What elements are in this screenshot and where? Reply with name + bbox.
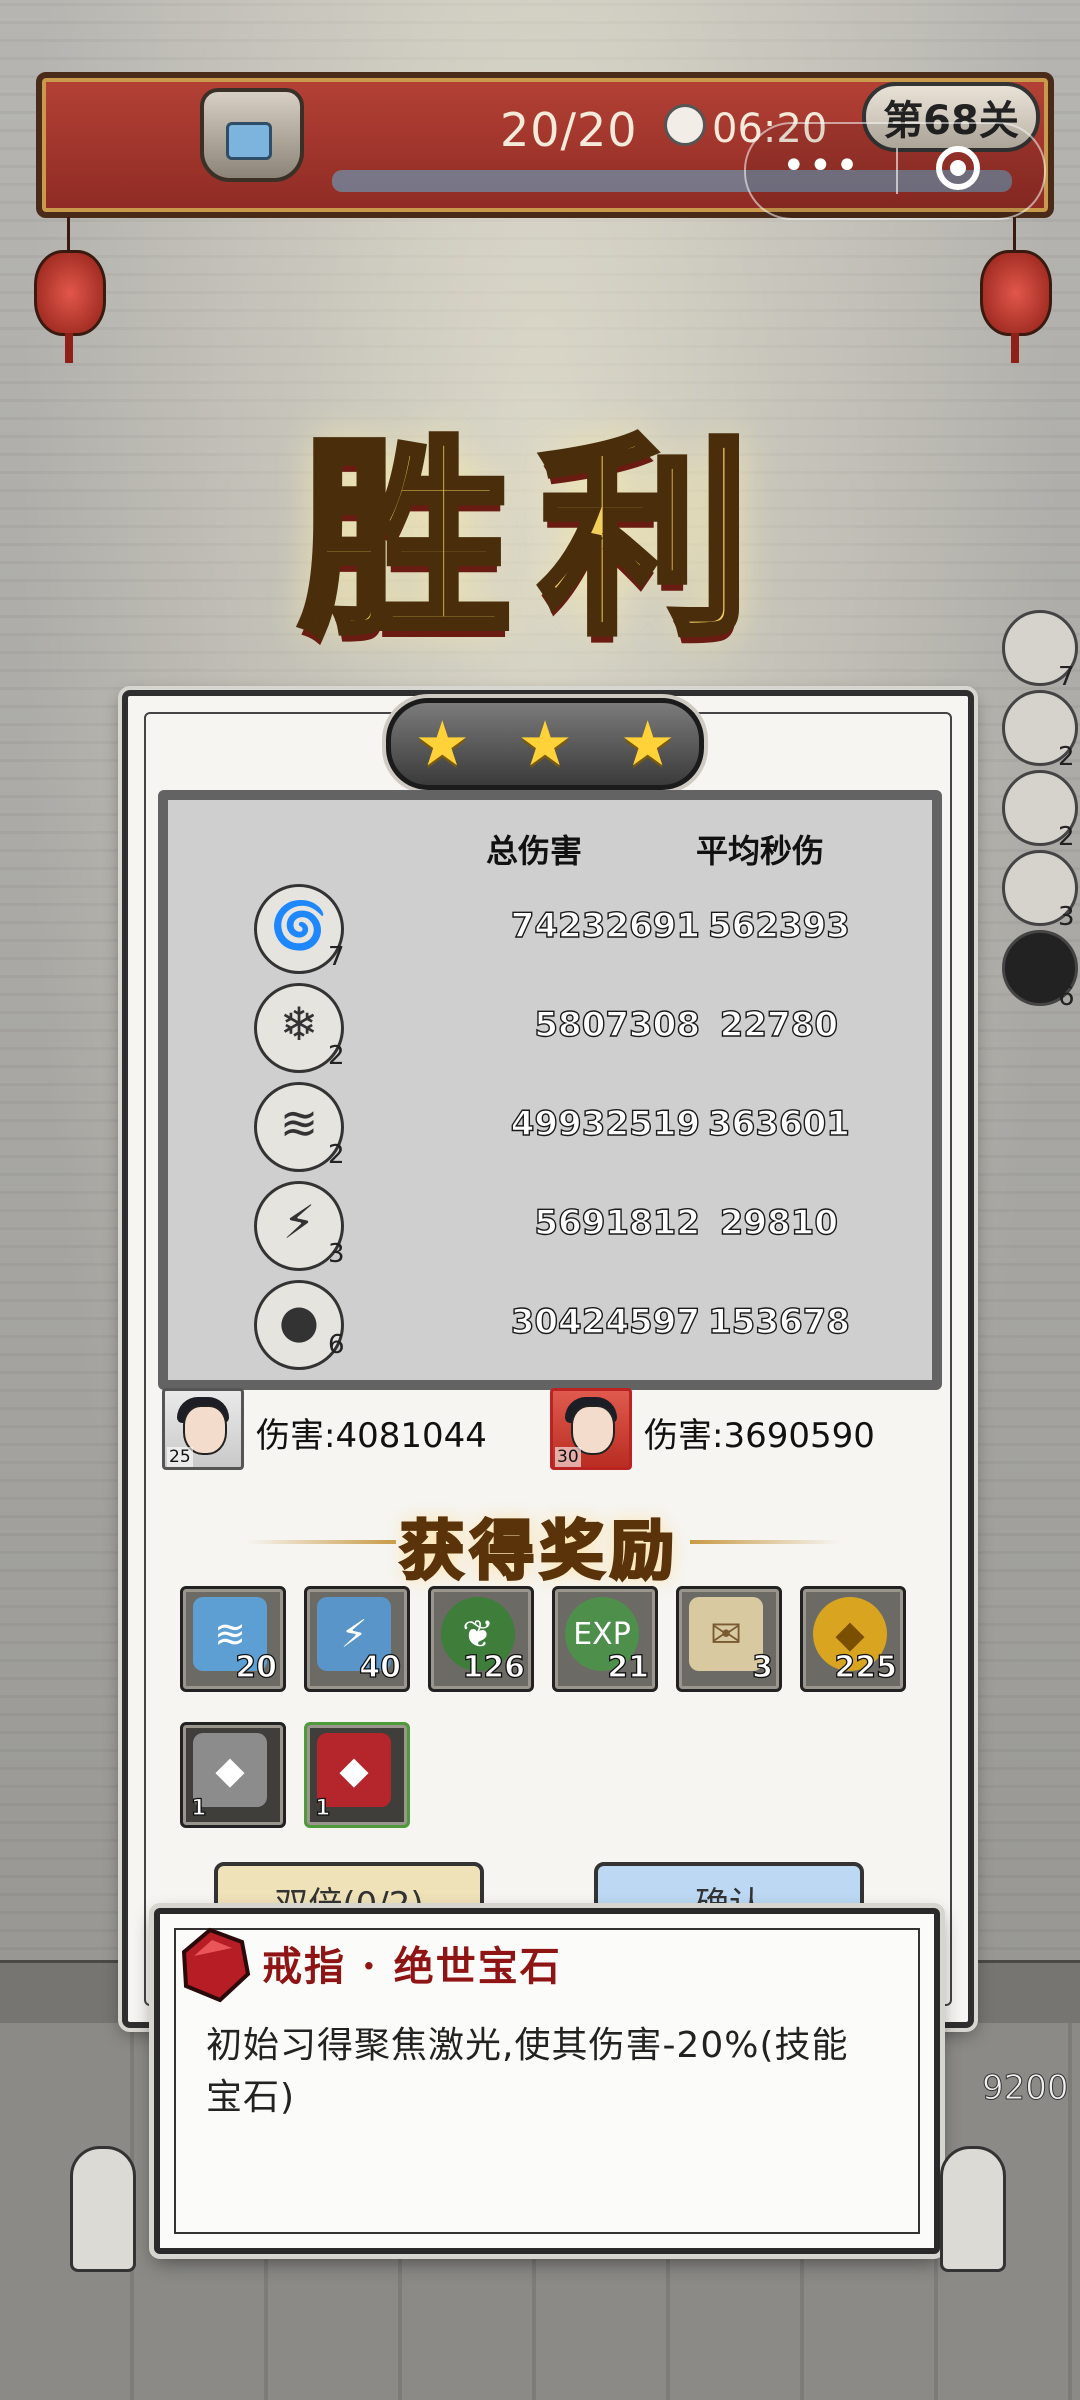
hero-damage-1: 25 伤害:4081044 [162, 1388, 492, 1470]
side-skill-level: 2 [1058, 742, 1075, 772]
hero-damage-text: 伤害:3690590 [644, 1416, 875, 1456]
reward-count: 20 [235, 1649, 278, 1685]
hero-damage-2: 30 伤害:3690590 [550, 1388, 900, 1470]
total-damage: 5807308 [534, 1004, 701, 1045]
reward-count: 3 [751, 1649, 773, 1685]
header-avg-dps: 平均秒伤 [696, 832, 825, 870]
hero-level: 25 [167, 1447, 193, 1467]
table-row: ⚡ 3 5691812 29810 [168, 1179, 932, 1279]
star-icon: ★ [517, 707, 573, 780]
side-skill-level: 6 [1058, 982, 1075, 1012]
lantern-right-icon [980, 217, 1052, 363]
star-icon: ★ [414, 707, 471, 780]
damage-stats-table: 总伤害 平均秒伤 🌀 7 74232691 562393 ❄ 2 5807308… [158, 790, 942, 1390]
reward-item[interactable]: ✉ 3 [676, 1586, 782, 1692]
reward-count: 1 [314, 1795, 331, 1821]
skill-level: 6 [328, 1330, 345, 1360]
reward-item[interactable]: ◆ 225 [800, 1586, 906, 1692]
table-row: 🌀 7 74232691 562393 [168, 882, 932, 982]
reward-item[interactable]: ❦ 126 [428, 1586, 534, 1692]
reward-item[interactable]: ≋ 20 [180, 1586, 286, 1692]
reward-count: 40 [359, 1649, 402, 1685]
table-row: ❄ 2 5807308 22780 [168, 981, 932, 1081]
table-row: ≋ 2 49932519 363601 [168, 1080, 932, 1180]
avg-dps: 22780 [719, 1004, 839, 1045]
wave-progress: 20/20 [500, 103, 638, 157]
skill-level: 3 [328, 1239, 345, 1269]
side-skill-level: 3 [1058, 902, 1075, 932]
avg-dps: 29810 [719, 1202, 839, 1243]
rewards-title: 获得奖励 [399, 1513, 680, 1591]
popup-description: 初始习得聚焦激光,使其伤害-20%(技能宝石) [206, 2025, 849, 2118]
score-value: 9200 [982, 2068, 1070, 2109]
popup-title: 戒指 · 绝世宝石 [262, 1943, 562, 1990]
capsule-divider [896, 148, 898, 194]
defender-right-icon [940, 2146, 1006, 2272]
lantern-left-icon [34, 217, 106, 363]
avg-dps: 363601 [707, 1103, 850, 1144]
reward-count: 1 [190, 1795, 207, 1821]
side-skill-level: 7 [1058, 662, 1075, 692]
skill-level: 2 [328, 1140, 345, 1170]
victory-title: 胜利 [296, 412, 780, 667]
hero-avatar-icon: 30 [550, 1388, 632, 1470]
reward-count: 126 [462, 1649, 526, 1685]
reward-item[interactable]: EXP 21 [552, 1586, 658, 1692]
reward-count: 225 [834, 1649, 898, 1685]
clock-icon [664, 104, 706, 146]
defender-left-icon [70, 2146, 136, 2272]
avg-dps: 562393 [707, 905, 850, 946]
total-damage: 5691812 [534, 1202, 701, 1243]
hero-damage-text: 伤害:4081044 [256, 1416, 487, 1456]
close-mini-program-icon[interactable] [936, 146, 980, 190]
reward-item[interactable]: ⚡ 40 [304, 1586, 410, 1692]
hero-level: 30 [555, 1447, 581, 1467]
header-total-damage: 总伤害 [486, 832, 583, 870]
mini-program-capsule: ••• [744, 122, 1046, 220]
red-gem-icon [181, 1927, 251, 2003]
skill-level: 7 [328, 942, 345, 972]
side-skill-level: 2 [1058, 822, 1075, 852]
reward-count: 21 [607, 1649, 650, 1685]
star-icon: ★ [619, 707, 676, 780]
bucket-icon [200, 88, 304, 182]
total-damage: 30424597 [510, 1301, 701, 1342]
skill-level: 2 [328, 1041, 345, 1071]
avg-dps: 153678 [707, 1301, 850, 1342]
more-options-icon[interactable]: ••• [782, 146, 862, 186]
star-rating: ★ ★ ★ [386, 698, 704, 790]
total-damage: 74232691 [510, 905, 701, 946]
reward-item[interactable]: ◆ 1 [180, 1722, 286, 1828]
reward-item[interactable]: ◆ 1 [304, 1722, 410, 1828]
hero-avatar-icon: 25 [162, 1388, 244, 1470]
total-damage: 49932519 [510, 1103, 701, 1144]
table-row: ● 6 30424597 153678 [168, 1278, 932, 1378]
